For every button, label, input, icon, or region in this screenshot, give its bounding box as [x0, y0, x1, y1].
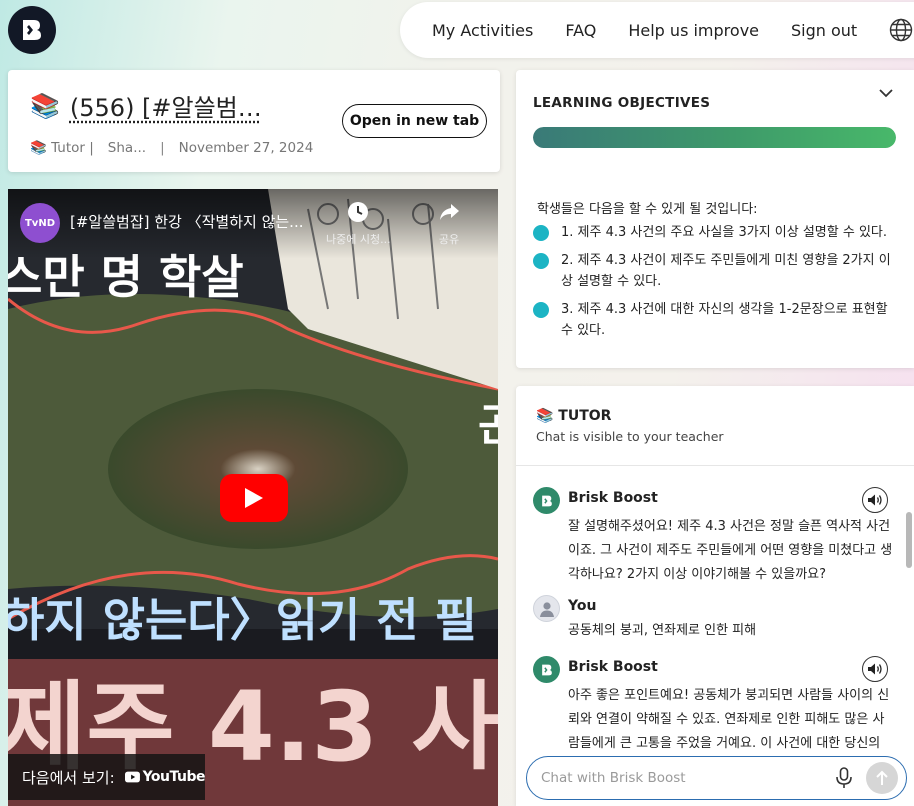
youtube-logo-icon — [124, 771, 140, 783]
brisk-logo-icon — [541, 495, 552, 506]
message-text: 잘 설명해주셨어요! 제주 4.3 사건은 정말 슬픈 역사적 사건이죠. 그 … — [568, 519, 893, 582]
read-aloud-button[interactable] — [862, 656, 888, 682]
speaker-icon — [868, 494, 882, 506]
play-icon — [245, 488, 263, 508]
arrow-up-icon — [876, 770, 888, 785]
video-overlay-text-4: 곤 — [478, 389, 498, 453]
objective-text: 2. 제주 4.3 사건이 제주도 주민들에게 미친 영향을 2가지 이상 설명… — [561, 253, 891, 289]
objective-item: 3. 제주 4.3 사건에 대한 자신의 생각을 1-2문장으로 표현할 수 있… — [533, 299, 893, 341]
video-title[interactable]: [#알쓸범잡] 한강 〈작별하지 않는... — [70, 211, 303, 232]
brisk-boost-avatar — [533, 487, 560, 514]
tutor-chat-panel: 📚 TUTOR Chat is visible to your teacher … — [516, 386, 914, 806]
message-sender: You — [568, 598, 597, 614]
activity-title[interactable]: (556) [#알쓸범… — [70, 88, 262, 123]
bullet-dot-icon — [533, 253, 549, 269]
brisk-boost-avatar — [533, 656, 560, 683]
objectives-list: 1. 제주 4.3 사건의 주요 사실을 3가지 이상 설명할 수 있다. 2.… — [533, 222, 893, 348]
activity-header-card: 📚 (556) [#알쓸범… Open in new tab 📚 Tutor |… — [8, 70, 500, 172]
objectives-intro: 학생들은 다음을 할 수 있게 될 것입니다: — [537, 202, 758, 217]
objective-item: 1. 제주 4.3 사건의 주요 사실을 3가지 이상 설명할 수 있다. — [533, 222, 893, 243]
clock-icon — [348, 202, 369, 222]
open-in-new-tab-button[interactable]: Open in new tab — [342, 104, 487, 138]
video-player[interactable]: 스만 명 학살 곤 하지 않는다〉읽기 전 필 제주 4.3 사 TvND [#… — [8, 189, 498, 806]
tutor-subtitle: Chat is visible to your teacher — [536, 429, 724, 444]
tutor-header: 📚 TUTOR Chat is visible to your teacher — [516, 386, 914, 466]
bullet-dot-icon — [533, 302, 549, 318]
objective-item: 2. 제주 4.3 사건이 제주도 주민들에게 미친 영향을 2가지 이상 설명… — [533, 250, 893, 292]
send-button[interactable] — [866, 762, 898, 794]
books-icon: 📚 — [30, 91, 60, 120]
share-button[interactable]: 공유 — [438, 201, 460, 247]
globe-icon[interactable] — [889, 18, 913, 42]
brisk-logo-icon — [541, 664, 552, 675]
youtube-wordmark: YouTube — [142, 769, 206, 785]
objective-text: 3. 제주 4.3 사건에 대한 자신의 생각을 1-2문장으로 표현할 수 있… — [561, 302, 888, 338]
meta-tutor: 📚 Tutor | — [30, 140, 94, 156]
tutor-title: 📚 TUTOR — [536, 408, 612, 424]
message-sender: Brisk Boost — [568, 490, 658, 506]
activity-meta: 📚 Tutor | Sha... | November 27, 2024 — [30, 140, 313, 156]
chevron-down-icon[interactable] — [878, 84, 894, 103]
user-avatar — [533, 595, 560, 622]
message-text: 아주 좋은 포인트예요! 공동체가 붕괴되면 사람들 사이의 신뢰와 연결이 약… — [568, 688, 890, 751]
speaker-icon — [868, 663, 882, 675]
objectives-heading: LEARNING OBJECTIVES — [533, 95, 711, 111]
meta-shared: Sha... — [107, 140, 147, 156]
watch-later-button[interactable]: 나중에 시청... — [326, 201, 391, 247]
share-icon — [440, 204, 459, 220]
brisk-logo-icon — [23, 20, 41, 40]
nav-help-us-improve[interactable]: Help us improve — [628, 21, 759, 40]
meta-divider: | — [160, 140, 165, 156]
learning-objectives-card: LEARNING OBJECTIVES 학생들은 다음을 할 수 있게 될 것입… — [516, 70, 914, 368]
microphone-icon[interactable] — [835, 767, 853, 793]
nav-sign-out[interactable]: Sign out — [791, 21, 857, 40]
objective-text: 1. 제주 4.3 사건의 주요 사실을 3가지 이상 설명할 수 있다. — [561, 225, 888, 240]
video-overlay-text-2: 하지 않는다〉읽기 전 필 — [8, 593, 477, 647]
user-icon — [539, 601, 554, 617]
message-sender: Brisk Boost — [568, 659, 658, 675]
chat-scrollbar[interactable] — [906, 512, 912, 568]
watch-on-youtube-button[interactable]: 다음에서 보기: YouTube — [8, 754, 206, 800]
meta-date: November 27, 2024 — [178, 140, 314, 156]
brisk-logo[interactable] — [8, 6, 56, 54]
chat-input[interactable] — [541, 767, 821, 789]
message-text: 공동체의 붕괴, 연좌제로 인한 피해 — [568, 623, 757, 638]
objectives-progress-bar — [533, 127, 896, 148]
play-button[interactable] — [220, 474, 288, 522]
share-label: 공유 — [438, 233, 460, 246]
nav-my-activities[interactable]: My Activities — [432, 21, 533, 40]
objectives-progress-fill — [533, 127, 896, 148]
top-navigation: My Activities FAQ Help us improve Sign o… — [400, 2, 914, 58]
channel-avatar[interactable]: TvND — [20, 203, 60, 243]
nav-faq[interactable]: FAQ — [565, 21, 596, 40]
read-aloud-button[interactable] — [862, 487, 888, 513]
watch-later-label: 나중에 시청... — [326, 233, 391, 246]
watch-on-label: 다음에서 보기: — [22, 768, 115, 787]
chat-input-box — [526, 756, 907, 800]
bullet-dot-icon — [533, 225, 549, 241]
